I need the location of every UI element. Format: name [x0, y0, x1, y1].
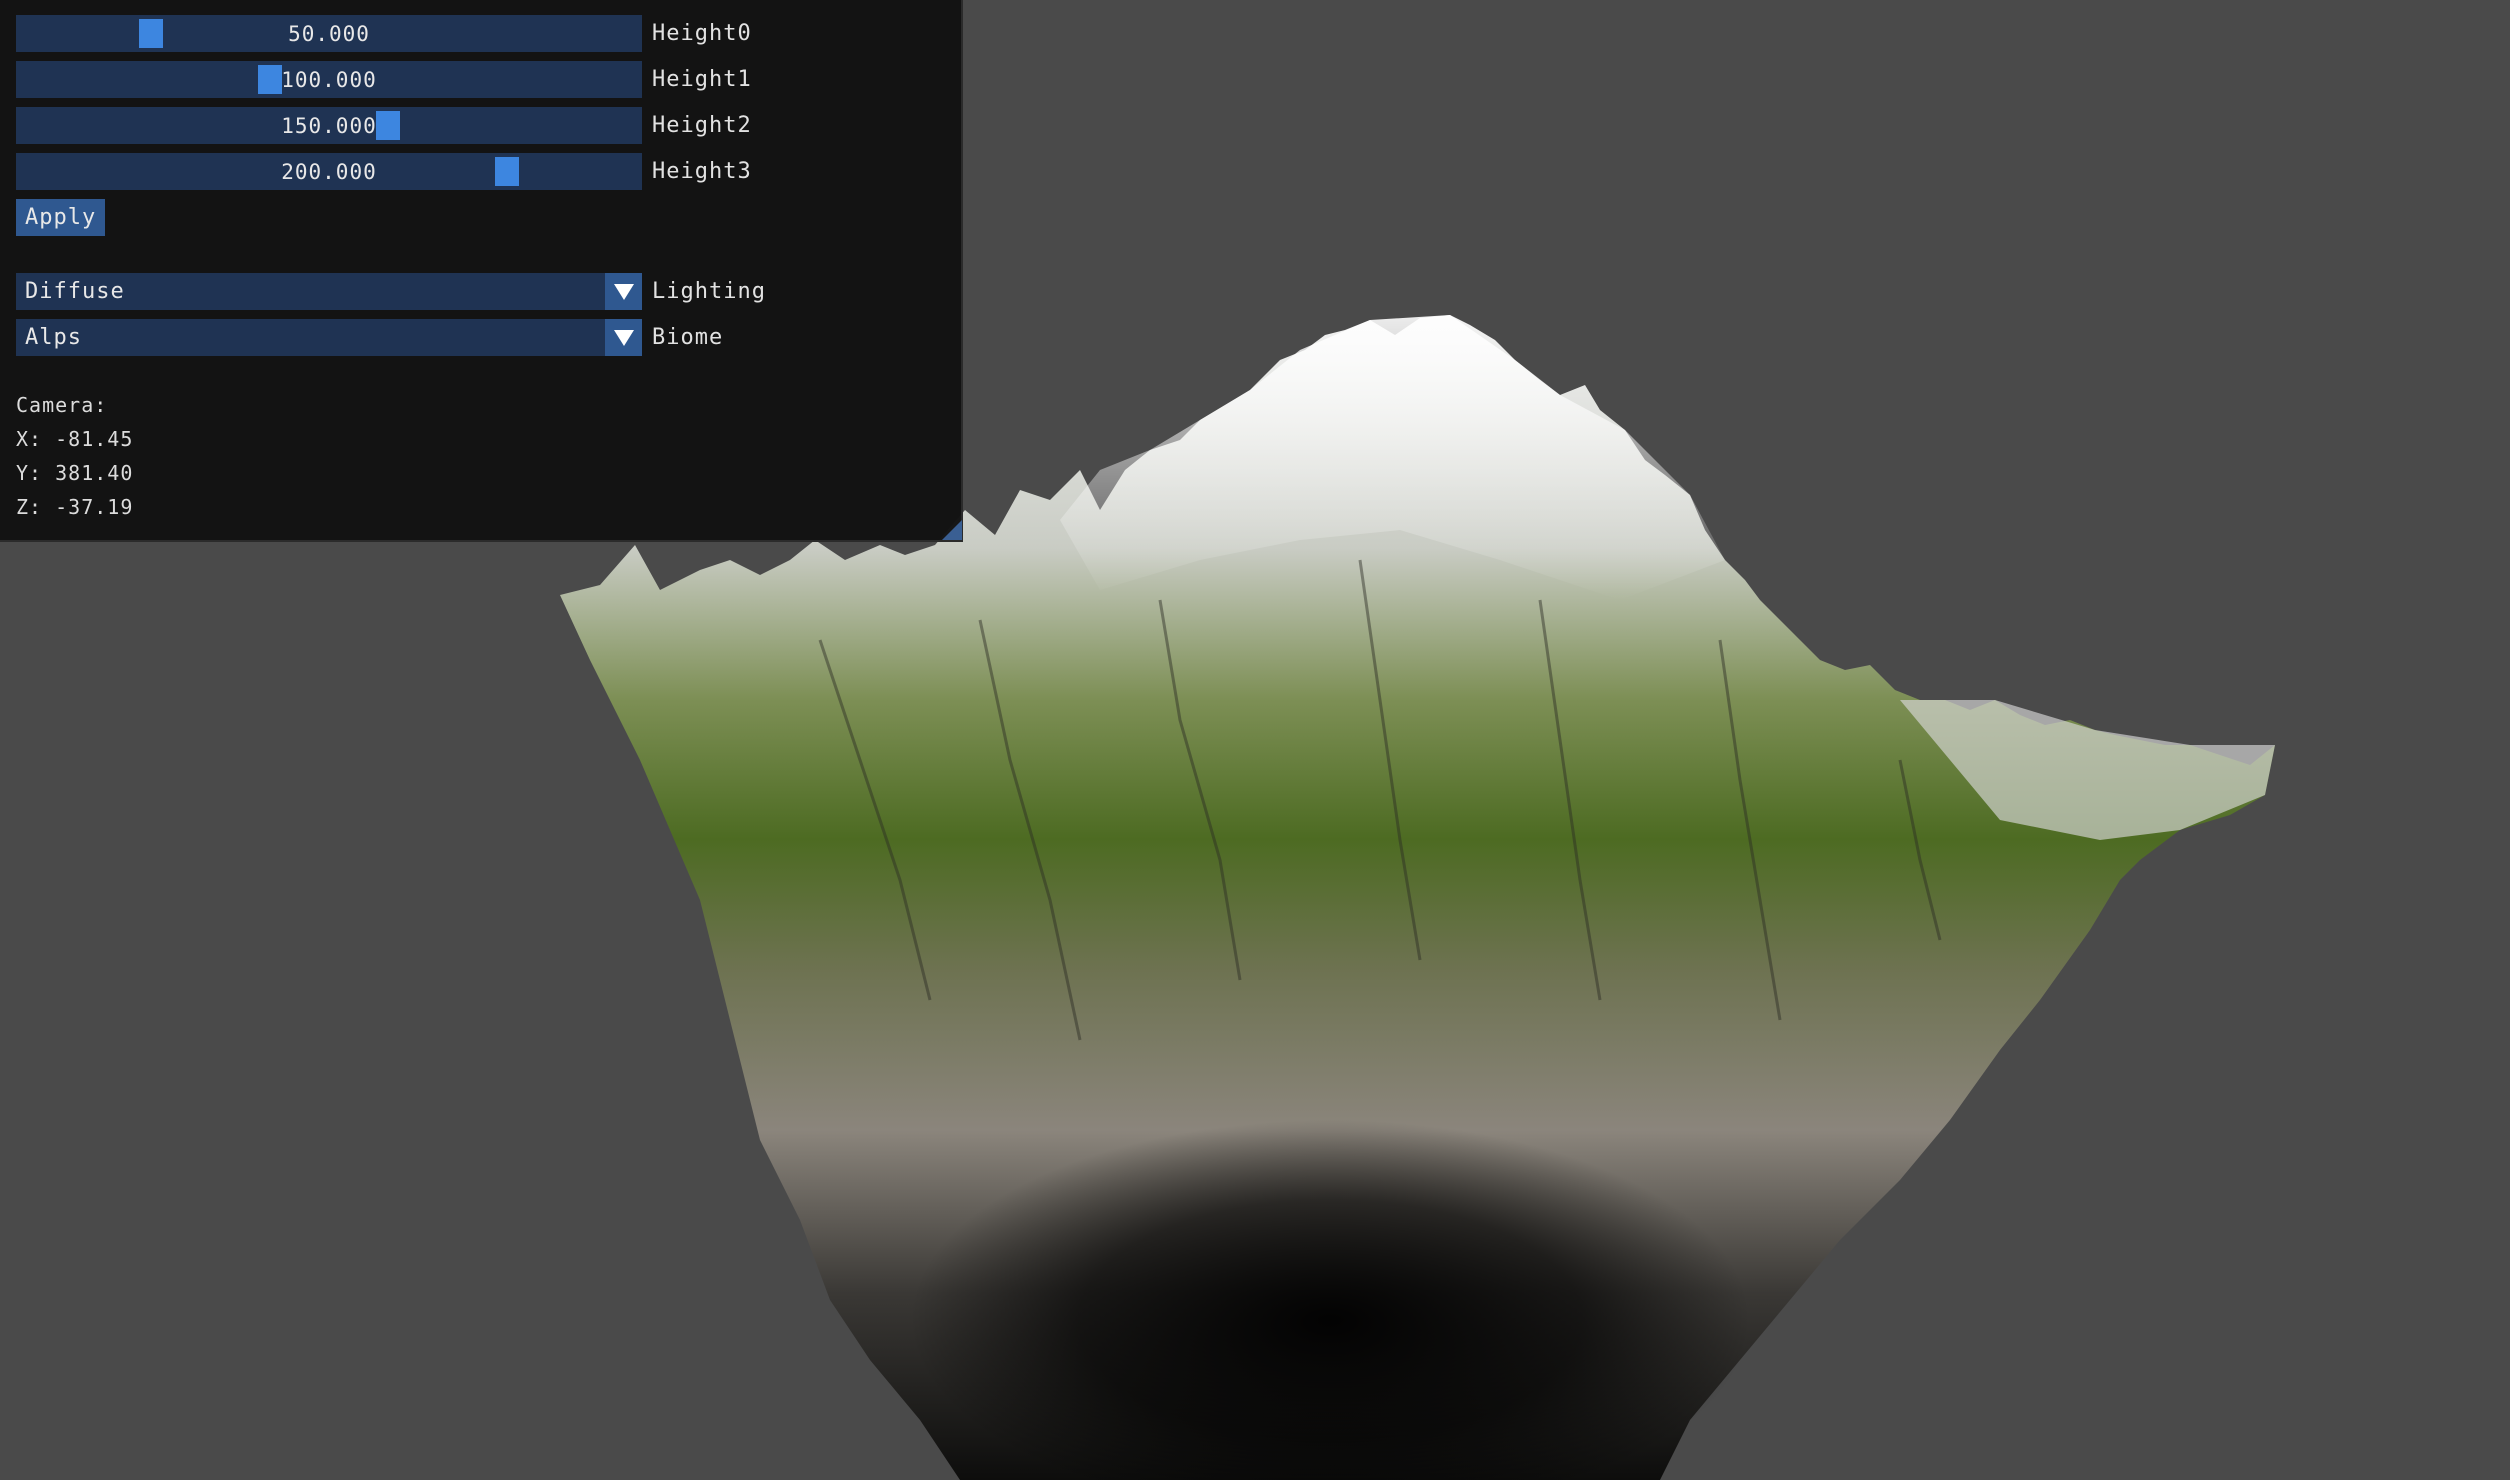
camera-title: Camera: [16, 393, 108, 417]
apply-button[interactable]: Apply [16, 199, 106, 236]
resize-grip[interactable] [942, 520, 962, 540]
chevron-down-icon [613, 283, 634, 300]
lighting-value: Diffuse [25, 279, 125, 304]
lighting-combo[interactable]: Diffuse [16, 273, 642, 310]
height2-value: 150.000 [281, 113, 377, 138]
height2-slider[interactable]: 150.000 [16, 107, 642, 144]
height3-value: 200.000 [281, 159, 377, 184]
biome-dropdown-button[interactable] [605, 319, 642, 356]
camera-z: Z: -37.19 [16, 495, 134, 519]
height1-row: 100.000 Height1 [16, 61, 752, 98]
lighting-dropdown-button[interactable] [605, 273, 642, 310]
settings-panel: 50.000 Height0 100.000 Height1 150.000 H… [0, 0, 963, 542]
height2-row: 150.000 Height2 [16, 107, 752, 144]
height1-slider[interactable]: 100.000 [16, 61, 642, 98]
lighting-label: Lighting [652, 279, 766, 304]
height0-label: Height0 [652, 21, 752, 46]
biome-combo[interactable]: Alps [16, 319, 642, 356]
height3-slider[interactable]: 200.000 [16, 153, 642, 190]
biome-label: Biome [652, 325, 724, 350]
biome-value: Alps [25, 325, 82, 350]
height0-row: 50.000 Height0 [16, 15, 752, 52]
height3-label: Height3 [652, 159, 752, 184]
height0-value: 50.000 [288, 21, 370, 46]
camera-y: Y: 381.40 [16, 461, 134, 485]
biome-row: Alps Biome [16, 319, 723, 356]
height0-slider[interactable]: 50.000 [16, 15, 642, 52]
height2-label: Height2 [652, 113, 752, 138]
height3-row: 200.000 Height3 [16, 153, 752, 190]
camera-x: X: -81.45 [16, 427, 134, 451]
height1-value: 100.000 [281, 67, 377, 92]
lighting-row: Diffuse Lighting [16, 273, 766, 310]
chevron-down-icon [613, 329, 634, 346]
height1-label: Height1 [652, 67, 752, 92]
